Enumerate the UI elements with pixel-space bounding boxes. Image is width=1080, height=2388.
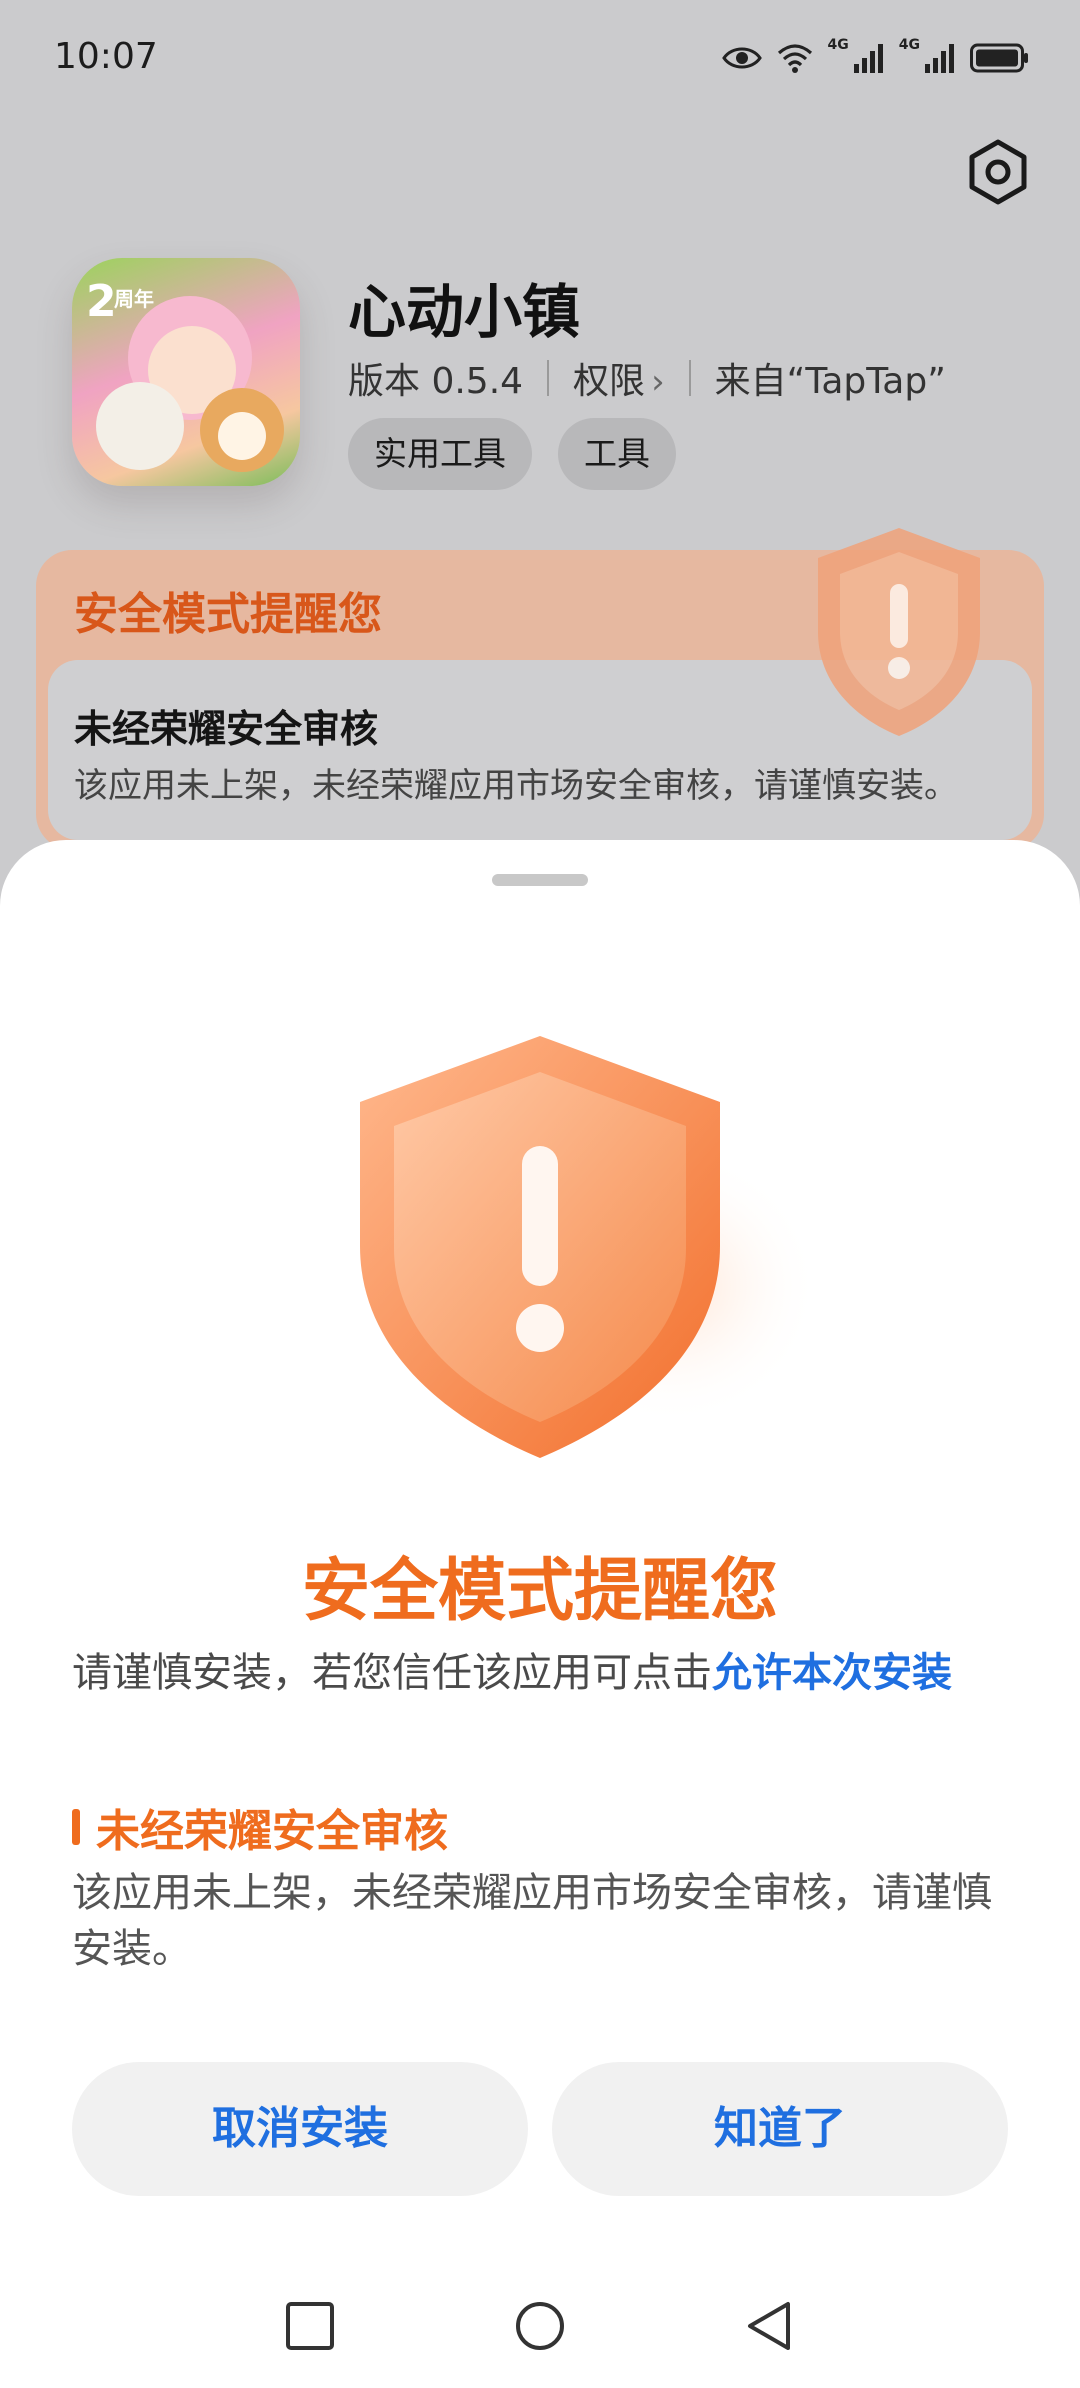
status-time: 10:07 — [54, 36, 158, 77]
back-icon[interactable] — [742, 2298, 798, 2354]
status-icons: 4G 4G — [721, 37, 1030, 78]
svg-text:周年: 周年 — [114, 287, 154, 311]
navigation-bar — [0, 2268, 1080, 2388]
gear-icon — [969, 139, 1027, 205]
sheet-title: 安全模式提醒您 — [301, 1552, 778, 1631]
eye-icon — [721, 47, 762, 69]
signal-icon — [925, 44, 954, 73]
bottom-sheet: 安全模式提醒您 请谨慎安装，若您信任该应用可点击允许本次安装 未经荣耀安全审核 … — [0, 840, 1080, 2388]
app-tags: 实用工具 工具 — [348, 418, 676, 490]
wifi-icon — [777, 44, 812, 73]
app-icon: 2 周年 — [72, 258, 300, 486]
permissions-link[interactable]: 权限 › — [573, 352, 665, 404]
reason-title-text: 未经荣耀安全审核 — [96, 1806, 448, 1857]
drag-handle[interactable] — [492, 874, 588, 886]
signal-icon — [853, 44, 883, 73]
sheet-subtitle-text: 请谨慎安装，若您信任该应用可点击 — [72, 1650, 712, 1696]
warning-item-title: 未经荣耀安全审核 — [74, 707, 379, 751]
battery-icon — [970, 43, 1028, 73]
shield-warning-icon — [360, 1036, 820, 1458]
home-icon[interactable] — [512, 2298, 568, 2354]
warning-card: 安全模式提醒您 未经荣耀安全审核 该应用未上架，未经荣耀应用市场安全审核，请谨慎… — [36, 528, 1044, 850]
network-label: 4G — [898, 37, 920, 53]
app-version: 版本 0.5.4 — [348, 361, 524, 402]
reason-marker — [72, 1809, 80, 1845]
settings-button[interactable] — [964, 138, 1032, 206]
divider — [547, 360, 550, 396]
reason-title: 未经荣耀安全审核 — [72, 1795, 448, 1859]
network-label: 4G — [827, 37, 849, 53]
cancel-install-button[interactable]: 取消安装 — [72, 2062, 528, 2196]
reason-description: 该应用未上架，未经荣耀应用市场安全审核，请谨慎安装。 — [72, 1870, 992, 1972]
chevron-right-icon: › — [651, 362, 665, 402]
shield-warning-icon — [818, 528, 980, 736]
allow-install-link[interactable]: 允许本次安装 — [712, 1650, 952, 1696]
app-tag[interactable]: 工具 — [558, 418, 676, 490]
recent-apps-icon[interactable] — [282, 2298, 338, 2354]
app-source: 来自“TapTap” — [714, 361, 946, 402]
app-name: 心动小镇 — [348, 278, 581, 346]
warning-card-title: 安全模式提醒您 — [74, 589, 382, 640]
divider — [688, 360, 691, 396]
svg-text:2: 2 — [86, 276, 117, 327]
app-tag[interactable]: 实用工具 — [348, 418, 532, 490]
app-meta: 版本 0.5.4 权限 › 来自“TapTap” — [348, 352, 946, 404]
sheet-subtitle: 请谨慎安装，若您信任该应用可点击允许本次安装 — [72, 1640, 952, 1698]
got-it-button[interactable]: 知道了 — [552, 2062, 1008, 2196]
status-bar: 10:07 4G 4G — [0, 0, 1080, 118]
permissions-label: 权限 — [573, 361, 646, 402]
warning-item-desc: 该应用未上架，未经荣耀应用市场安全审核，请谨慎安装。 — [74, 766, 958, 806]
